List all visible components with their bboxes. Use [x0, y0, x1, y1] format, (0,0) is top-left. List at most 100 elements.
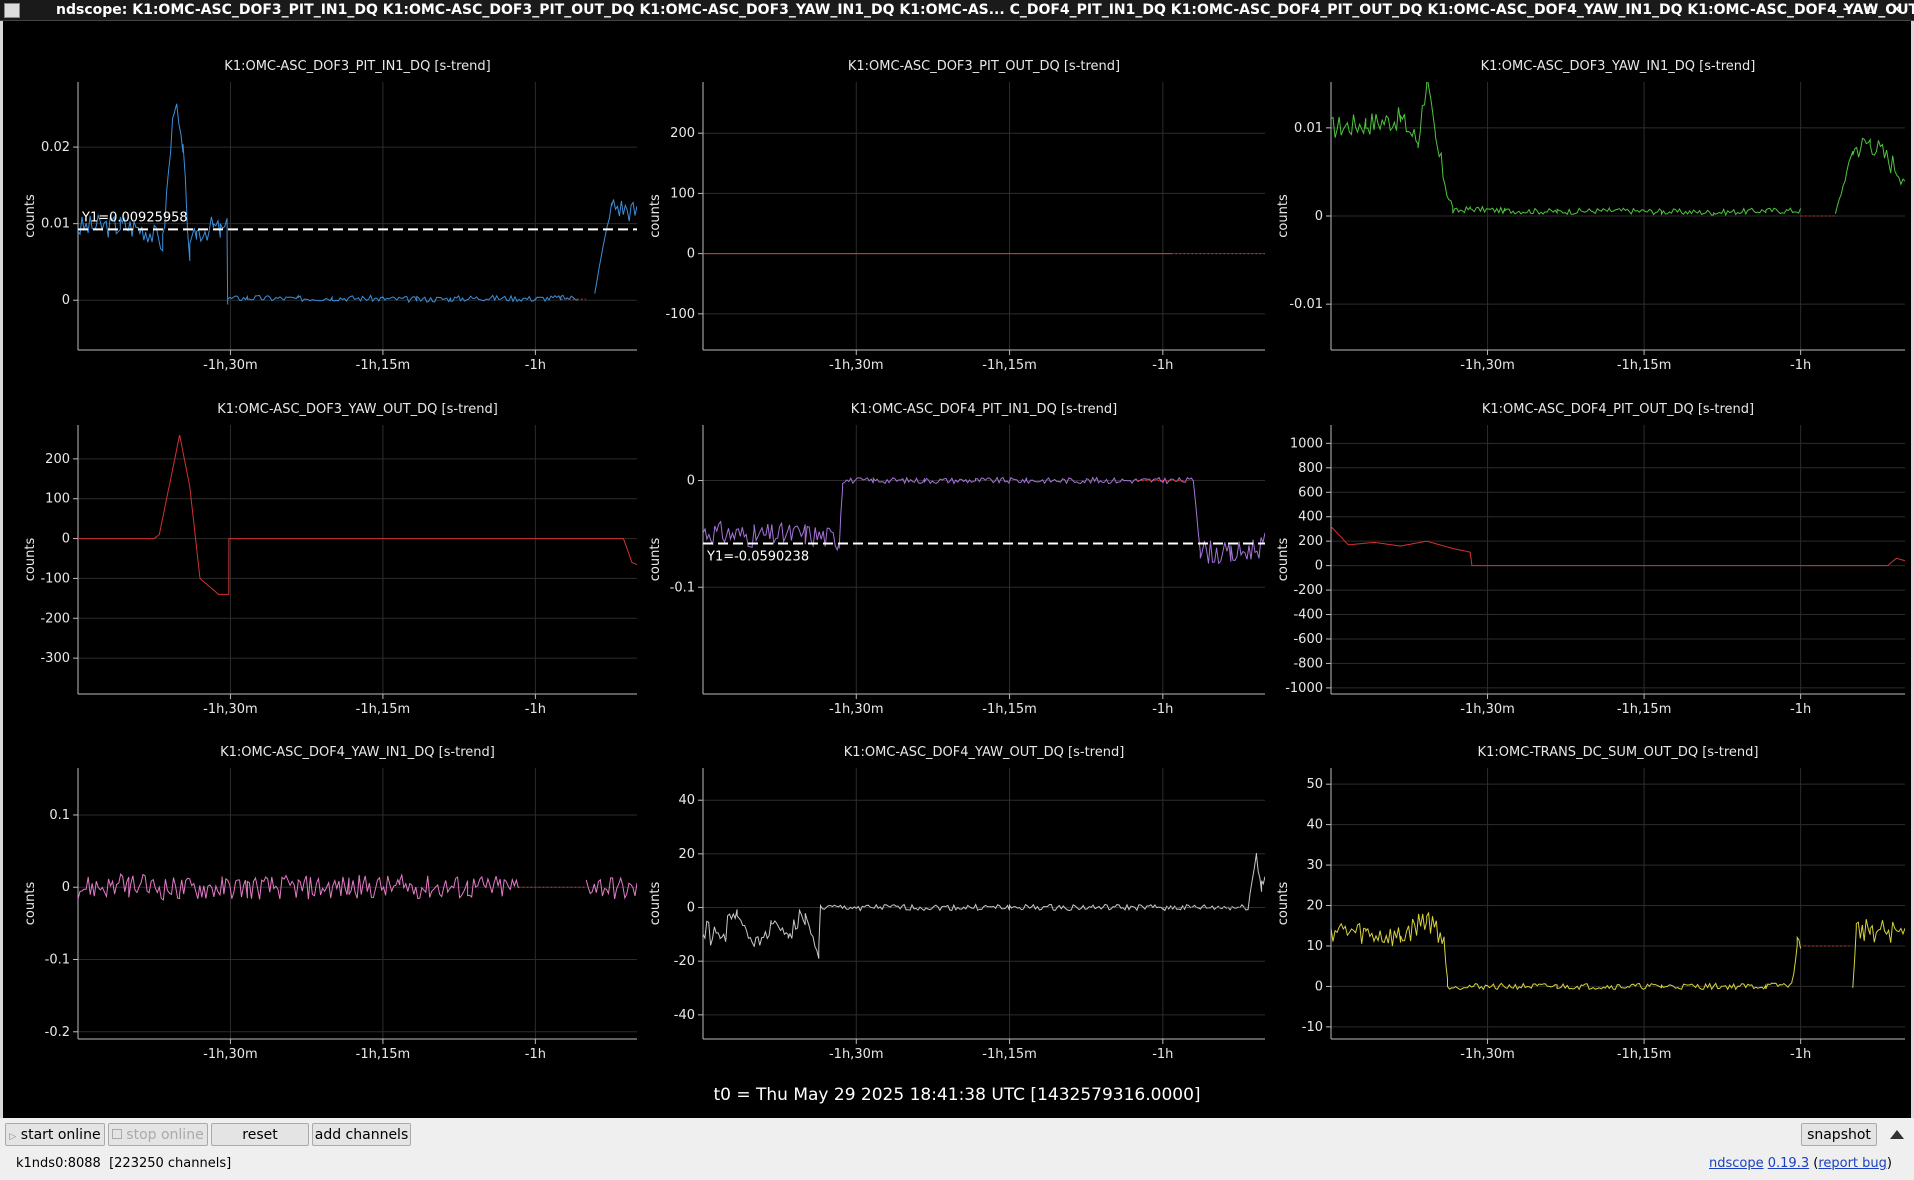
x-tick-label: -1h,15m	[982, 702, 1037, 717]
y-tick-label: 0	[62, 532, 70, 547]
y-tick-label: 20	[1306, 899, 1323, 914]
start-online-button[interactable]: ▷ start online	[5, 1123, 105, 1146]
plot-dof4-pit-out[interactable]: K1:OMC-ASC_DOF4_PIT_OUT_DQ [s-trend] -1h,…	[1269, 390, 1911, 733]
series-line	[1331, 911, 1905, 991]
y-tick-label: 40	[1306, 818, 1323, 833]
y-tick-label: 0	[687, 247, 695, 262]
y-tick-label: -200	[40, 611, 70, 626]
server-info: k1nds0:8088 [223250 channels]	[16, 1148, 231, 1180]
plot-dof4-yaw-out[interactable]: K1:OMC-ASC_DOF4_YAW_OUT_DQ [s-trend] -1h,…	[641, 733, 1271, 1078]
server-address: k1nds0:8088	[16, 1156, 101, 1171]
report-bug-link[interactable]: report bug	[1818, 1156, 1887, 1171]
plot-dof3-pit-in1[interactable]: K1:OMC-ASC_DOF3_PIT_IN1_DQ [s-trend] -1h,…	[3, 47, 643, 389]
y-tick-label: 800	[1298, 461, 1323, 476]
ndscope-link[interactable]: ndscope	[1709, 1156, 1764, 1171]
window-controls[interactable]: – ▫ ×	[1843, 0, 1908, 20]
y-tick-label: -1000	[1285, 681, 1323, 696]
add-channels-button[interactable]: add channels	[312, 1123, 411, 1146]
y-tick-label: -0.01	[1289, 297, 1323, 312]
x-tick-label: -1h,30m	[1460, 358, 1515, 373]
t0-label: t0 = Thu May 29 2025 18:41:38 UTC [14325…	[713, 1085, 1201, 1105]
collapse-arrow-icon[interactable]	[1890, 1130, 1904, 1139]
y-tick-label: 0.1	[49, 808, 70, 823]
window-titlebar[interactable]: ndscope: K1:OMC-ASC_DOF3_PIT_IN1_DQ K1:O…	[0, 0, 1914, 21]
plot-dof3-yaw-out[interactable]: K1:OMC-ASC_DOF3_YAW_OUT_DQ [s-trend] -1h,…	[3, 390, 643, 733]
channel-count: [223250 channels]	[109, 1156, 232, 1171]
x-tick-label: -1h,30m	[829, 702, 884, 717]
chart-title: K1:OMC-ASC_DOF3_PIT_OUT_DQ [s-trend]	[848, 59, 1120, 74]
y-tick-label: 1000	[1290, 436, 1323, 451]
x-tick-label: -1h,30m	[1460, 702, 1515, 717]
y-tick-label: 400	[1298, 510, 1323, 525]
series-group	[1331, 526, 1905, 567]
chart-title: K1:OMC-ASC_DOF3_PIT_IN1_DQ [s-trend]	[224, 59, 490, 74]
y-tick-label: 0	[62, 880, 70, 895]
y-axis-label: counts	[648, 194, 663, 238]
chart-svg: K1:OMC-ASC_DOF4_YAW_IN1_DQ [s-trend] -1h,…	[23, 745, 637, 1062]
x-tick-label: -1h,30m	[829, 1047, 884, 1062]
x-tick-label: -1h	[1790, 1047, 1811, 1062]
y-tick-label: 40	[678, 793, 695, 808]
chart-title: K1:OMC-TRANS_DC_SUM_OUT_DQ [s-trend]	[1478, 745, 1759, 760]
version-info: ndscope 0.19.3 (report bug)	[1709, 1148, 1892, 1180]
y-axis-label: counts	[23, 882, 38, 926]
toolbar: ▷ start online stop online reset add cha…	[0, 1118, 1914, 1148]
paren-close: )	[1886, 1156, 1892, 1171]
x-tick-label: -1h,30m	[829, 358, 884, 373]
y-tick-label: -20	[674, 954, 695, 969]
plot-dof3-pit-out[interactable]: K1:OMC-ASC_DOF3_PIT_OUT_DQ [s-trend] -1h,…	[641, 47, 1271, 389]
plot-grid: K1:OMC-ASC_DOF3_PIT_IN1_DQ [s-trend] -1h,…	[0, 21, 1914, 1118]
plot-dof4-pit-in1[interactable]: K1:OMC-ASC_DOF4_PIT_IN1_DQ [s-trend] -1h,…	[641, 390, 1271, 733]
y-tick-label: -200	[1293, 583, 1323, 598]
y-tick-label: 20	[678, 847, 695, 862]
series-group	[1331, 911, 1905, 991]
x-tick-label: -1h,30m	[1460, 1047, 1515, 1062]
stop-online-label: stop online	[126, 1127, 204, 1143]
y-axis-label: counts	[648, 538, 663, 582]
reset-button[interactable]: reset	[211, 1123, 309, 1146]
y-tick-label: 0	[1315, 979, 1323, 994]
y-tick-label: 200	[45, 452, 70, 467]
y-tick-label: -10	[1302, 1020, 1323, 1035]
x-tick-label: -1h	[1152, 1047, 1173, 1062]
chart-title: K1:OMC-ASC_DOF4_YAW_IN1_DQ [s-trend]	[220, 745, 495, 760]
y-tick-label: 100	[45, 492, 70, 507]
y-tick-label: 0.01	[1294, 121, 1323, 136]
x-tick-label: -1h,15m	[356, 702, 411, 717]
series-line	[703, 853, 1265, 959]
y-axis-label: counts	[648, 882, 663, 926]
plot-dof3-yaw-in1[interactable]: K1:OMC-ASC_DOF3_YAW_IN1_DQ [s-trend] -1h,…	[1269, 47, 1911, 389]
y-tick-label: 100	[670, 186, 695, 201]
chart-svg: K1:OMC-ASC_DOF4_PIT_IN1_DQ [s-trend] -1h,…	[648, 402, 1265, 717]
plot-trans-dc-sum-out[interactable]: K1:OMC-TRANS_DC_SUM_OUT_DQ [s-trend] -1h,…	[1269, 733, 1911, 1078]
chart-svg: K1:OMC-ASC_DOF3_PIT_OUT_DQ [s-trend] -1h,…	[648, 59, 1265, 373]
y-tick-label: 10	[1306, 939, 1323, 954]
x-tick-label: -1h	[525, 702, 546, 717]
stop-online-button[interactable]: stop online	[108, 1123, 208, 1146]
y-tick-label: -100	[665, 307, 695, 322]
x-tick-label: -1h,30m	[203, 1047, 258, 1062]
chart-svg: K1:OMC-ASC_DOF3_YAW_IN1_DQ [s-trend] -1h,…	[1276, 59, 1905, 373]
plot-dof4-yaw-in1[interactable]: K1:OMC-ASC_DOF4_YAW_IN1_DQ [s-trend] -1h,…	[3, 733, 643, 1078]
x-tick-label: -1h	[1152, 702, 1173, 717]
x-tick-label: -1h,30m	[203, 358, 258, 373]
x-tick-label: -1h,15m	[982, 358, 1037, 373]
chart-svg: K1:OMC-ASC_DOF3_YAW_OUT_DQ [s-trend] -1h,…	[23, 402, 637, 717]
y-axis-label: counts	[23, 194, 38, 238]
y-tick-label: 200	[1298, 534, 1323, 549]
y-tick-label: -400	[1293, 608, 1323, 623]
start-online-label: start online	[20, 1127, 101, 1143]
chart-title: K1:OMC-ASC_DOF3_YAW_OUT_DQ [s-trend]	[217, 402, 498, 417]
y-tick-label: 200	[670, 126, 695, 141]
x-tick-label: -1h	[1790, 358, 1811, 373]
series-line	[1331, 82, 1905, 217]
y-tick-label: -0.2	[45, 1025, 70, 1040]
y-tick-label: -0.1	[670, 580, 695, 595]
snapshot-button[interactable]: snapshot	[1801, 1123, 1877, 1146]
version-link[interactable]: 0.19.3	[1768, 1156, 1809, 1171]
x-tick-label: -1h,15m	[356, 1047, 411, 1062]
y-tick-label: 50	[1306, 777, 1323, 792]
y-tick-label: 0	[62, 293, 70, 308]
x-tick-label: -1h,15m	[982, 1047, 1037, 1062]
y-tick-label: 0.01	[41, 217, 70, 232]
